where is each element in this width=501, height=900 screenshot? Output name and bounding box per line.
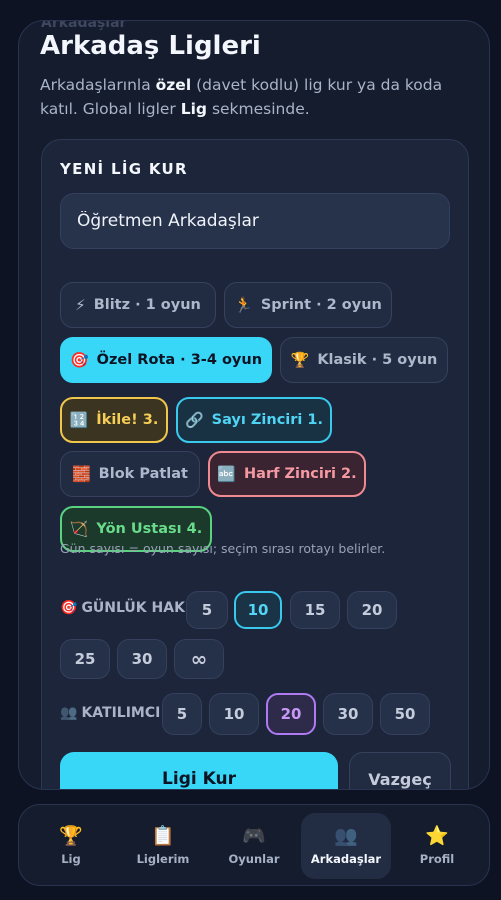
main-panel: Arkadaşlar Arkadaş Ligleri Arkadaşlarınl… [18, 20, 490, 790]
bow-arrow-icon: 🏹 [69, 520, 89, 538]
participant-option-50[interactable]: 50 [380, 693, 430, 735]
game-blok-patlat-chip[interactable]: 🧱 Blok Patlat [60, 451, 200, 497]
mode-label: Blitz · 1 oyun [93, 297, 201, 313]
game-harf-zinciri-chip[interactable]: 🔤 Harf Zinciri 2. [208, 451, 366, 497]
game-label: Harf Zinciri 2. [244, 466, 357, 482]
nav-label: Oyunlar [228, 852, 280, 866]
participant-option-10[interactable]: 10 [209, 693, 259, 735]
daily-option-25[interactable]: 25 [60, 639, 110, 679]
daily-option-30[interactable]: 30 [117, 639, 167, 679]
daily-quota-label: 🎯 GÜNLÜK HAK [60, 600, 185, 616]
mode-sprint-button[interactable]: 🏃 Sprint · 2 oyun [224, 282, 392, 328]
league-name-input[interactable] [60, 193, 450, 249]
participant-label: 👥 KATILIMCI [60, 705, 161, 721]
cancel-button[interactable]: Vazgeç [349, 752, 451, 789]
daily-option-20[interactable]: 20 [347, 591, 397, 629]
trophy-icon: 🏆 [290, 351, 310, 369]
nav-label: Profil [419, 852, 455, 866]
gamepad-icon: 🎮 [242, 825, 266, 847]
create-league-button[interactable]: Ligi Kur [60, 752, 338, 789]
link-icon: 🔗 [184, 411, 204, 429]
participant-option-20[interactable]: 20 [266, 693, 316, 735]
nav-label: Liglerim [136, 852, 190, 866]
lightning-icon: ⚡ [75, 296, 86, 314]
mode-custom-route-button[interactable]: 🎯 Özel Rota · 3-4 oyun [60, 337, 272, 383]
page-description: Arkadaşlarınla özel (davet kodlu) lig ku… [40, 76, 443, 118]
clipboard-icon: 📋 [151, 825, 175, 847]
game-ikile-chip[interactable]: 🔢 İkile! 3. [60, 397, 168, 443]
daily-option-15[interactable]: 15 [290, 591, 340, 629]
nav-label: Lig [61, 852, 81, 866]
people-icon: 👥 [334, 825, 358, 847]
letters-icon: 🔤 [217, 465, 237, 483]
game-label: Blok Patlat [98, 466, 188, 482]
target-icon: 🎯 [60, 600, 78, 616]
brick-icon: 🧱 [71, 465, 91, 483]
daily-option-unlimited[interactable]: ∞ [174, 639, 224, 679]
mode-label: Özel Rota · 3-4 oyun [96, 352, 263, 368]
runner-icon: 🏃 [234, 296, 253, 314]
participant-option-30[interactable]: 30 [323, 693, 373, 735]
game-label: Yön Ustası 4. [96, 521, 203, 537]
star-icon: ⭐ [425, 825, 449, 847]
league-tab-emphasis: Lig [180, 100, 208, 118]
mode-classic-button[interactable]: 🏆 Klasik · 5 oyun [280, 337, 448, 383]
target-icon: 🎯 [69, 351, 89, 369]
nav-item-friends[interactable]: 👥 Arkadaşlar [301, 813, 391, 879]
mode-label: Sprint · 2 oyun [260, 297, 382, 313]
mode-blitz-button[interactable]: ⚡ Blitz · 1 oyun [60, 282, 216, 328]
route-hint: Gün sayısı = oyun sayısı; seçim sırası r… [60, 541, 386, 556]
page-title: Arkadaş Ligleri [40, 31, 261, 61]
scrolled-heading-fragment: Arkadaşlar [41, 20, 127, 31]
mode-label: Klasik · 5 oyun [317, 352, 438, 368]
nav-item-my-leagues[interactable]: 📋 Liglerim [119, 813, 207, 879]
nav-label: Arkadaşlar [310, 852, 382, 866]
nav-item-games[interactable]: 🎮 Oyunlar [210, 813, 298, 879]
participant-option-5[interactable]: 5 [162, 693, 202, 735]
nav-item-league[interactable]: 🏆 Lig [27, 813, 115, 879]
people-icon: 👥 [60, 705, 78, 721]
nav-item-profile[interactable]: ⭐ Profil [393, 813, 481, 879]
private-emphasis: özel [155, 76, 192, 94]
game-sayi-zinciri-chip[interactable]: 🔗 Sayı Zinciri 1. [176, 397, 332, 443]
create-league-title: YENİ LİG KUR [60, 160, 188, 178]
bottom-navigation: 🏆 Lig 📋 Liglerim 🎮 Oyunlar 👥 Arkadaşlar … [18, 804, 490, 886]
game-label: İkile! 3. [96, 412, 159, 428]
daily-option-10[interactable]: 10 [234, 591, 282, 629]
trophy-icon: 🏆 [59, 825, 83, 847]
numbers-icon: 🔢 [69, 411, 89, 429]
create-league-card: YENİ LİG KUR ⚡ Blitz · 1 oyun 🏃 Sprint ·… [41, 139, 469, 789]
game-label: Sayı Zinciri 1. [211, 412, 324, 428]
daily-option-5[interactable]: 5 [186, 591, 228, 629]
